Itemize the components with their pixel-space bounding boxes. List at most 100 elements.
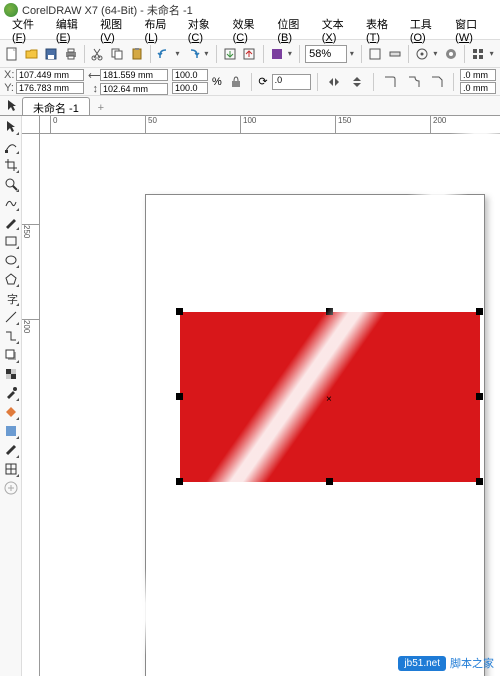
separator: [299, 45, 300, 63]
vertical-ruler[interactable]: 250 200: [22, 134, 40, 676]
publish-dropdown[interactable]: ▾: [288, 49, 294, 58]
corner-scallop-button[interactable]: [404, 72, 424, 92]
import-button[interactable]: [222, 44, 238, 64]
artistic-media-tool[interactable]: [2, 213, 20, 231]
menu-file[interactable]: 文件(F): [6, 14, 48, 46]
toolbox: 字: [0, 116, 22, 676]
paste-button[interactable]: [129, 44, 145, 64]
show-rulers-button[interactable]: [387, 44, 403, 64]
pick-tool[interactable]: [2, 118, 20, 136]
redo-dropdown[interactable]: ▾: [204, 49, 210, 58]
ellipse-tool[interactable]: [2, 251, 20, 269]
separator: [216, 45, 217, 63]
interactive-fill-tool[interactable]: [2, 403, 20, 421]
mesh-fill-tool[interactable]: [2, 460, 20, 478]
cut-button[interactable]: [90, 44, 106, 64]
text-tool[interactable]: 字: [2, 289, 20, 307]
rotation-input[interactable]: .0: [272, 74, 311, 90]
h-label: ↕: [88, 83, 98, 95]
quick-customize-add[interactable]: [2, 479, 20, 497]
zoom-dropdown[interactable]: ▾: [350, 49, 356, 58]
fullscreen-button[interactable]: [367, 44, 383, 64]
scale-y-input[interactable]: 100.0: [172, 82, 208, 94]
launcher-dropdown[interactable]: ▾: [490, 49, 496, 58]
x-input[interactable]: 107.449 mm: [16, 69, 84, 81]
open-button[interactable]: [23, 44, 39, 64]
eyedropper-tool[interactable]: [2, 384, 20, 402]
menu-bitmap[interactable]: 位图(B): [271, 14, 313, 46]
parallel-dimension-tool[interactable]: [2, 308, 20, 326]
workspace: 字 0 50 100 150 200 250 200: [0, 116, 500, 676]
corner-r2-input[interactable]: .0 mm: [460, 82, 496, 94]
menu-object[interactable]: 对象(C): [182, 14, 225, 46]
canvas-area[interactable]: 0 50 100 150 200 250 200 ×: [22, 116, 500, 676]
mirror-v-button[interactable]: [348, 72, 368, 92]
lock-ratio-button[interactable]: [226, 72, 246, 92]
ruler-tick: 200: [430, 116, 446, 134]
corner-round-button[interactable]: [380, 72, 400, 92]
crop-tool[interactable]: [2, 156, 20, 174]
rectangle-tool[interactable]: [2, 232, 20, 250]
separator: [317, 73, 318, 91]
ruler-tick: 0: [50, 116, 57, 134]
menu-text[interactable]: 文本(X): [316, 14, 358, 46]
selection-handle-bl[interactable]: [176, 478, 183, 485]
selection-handle-br[interactable]: [476, 478, 483, 485]
freehand-tool[interactable]: [2, 194, 20, 212]
selection-center[interactable]: ×: [326, 394, 332, 405]
menu-effects[interactable]: 效果(C): [227, 14, 270, 46]
undo-dropdown[interactable]: ▾: [175, 49, 181, 58]
launcher-button[interactable]: [470, 44, 486, 64]
shape-tool[interactable]: [2, 137, 20, 155]
redo-button[interactable]: [185, 44, 201, 64]
selection-handle-mr[interactable]: [476, 393, 483, 400]
scale-x-input[interactable]: 100.0: [172, 69, 208, 81]
add-tab-button[interactable]: +: [94, 101, 108, 115]
zoom-input[interactable]: 58%: [305, 45, 347, 63]
menu-tools[interactable]: 工具(O): [404, 14, 447, 46]
selection-handle-tr[interactable]: [476, 308, 483, 315]
selection-handle-tm[interactable]: [326, 308, 333, 315]
drop-shadow-tool[interactable]: [2, 346, 20, 364]
mirror-h-button[interactable]: [324, 72, 344, 92]
y-input[interactable]: 176.783 mm: [16, 82, 84, 94]
horizontal-ruler[interactable]: 0 50 100 150 200: [40, 116, 500, 134]
selection-handle-tl[interactable]: [176, 308, 183, 315]
separator: [361, 45, 362, 63]
undo-button[interactable]: [156, 44, 172, 64]
print-button[interactable]: [62, 44, 78, 64]
separator: [464, 45, 465, 63]
corner-r1-input[interactable]: .0 mm: [460, 69, 496, 81]
new-button[interactable]: [4, 44, 20, 64]
menu-layout[interactable]: 布局(L): [138, 14, 179, 46]
publish-pdf-button[interactable]: [268, 44, 284, 64]
ruler-origin[interactable]: [22, 116, 40, 134]
polygon-tool[interactable]: [2, 270, 20, 288]
copy-button[interactable]: [109, 44, 125, 64]
menu-view[interactable]: 视图(V): [94, 14, 136, 46]
export-button[interactable]: [241, 44, 257, 64]
snap-button[interactable]: [414, 44, 430, 64]
pick-tool-icon[interactable]: [4, 97, 20, 115]
x-label: X:: [4, 69, 14, 81]
zoom-tool[interactable]: [2, 175, 20, 193]
selection-handle-bm[interactable]: [326, 478, 333, 485]
percent-label: %: [212, 76, 222, 88]
connector-tool[interactable]: [2, 327, 20, 345]
height-input[interactable]: 102.64 mm: [100, 83, 168, 95]
outline-pen-tool[interactable]: [2, 441, 20, 459]
smart-fill-tool[interactable]: [2, 422, 20, 440]
corner-chamfer-button[interactable]: [427, 72, 447, 92]
menu-edit[interactable]: 编辑(E): [50, 14, 92, 46]
width-input[interactable]: 181.559 mm: [100, 69, 168, 81]
menu-window[interactable]: 窗口(W): [449, 14, 494, 46]
selection-handle-ml[interactable]: [176, 393, 183, 400]
menu-table[interactable]: 表格(T): [360, 14, 402, 46]
snap-dropdown[interactable]: ▾: [433, 49, 439, 58]
watermark-badge: jb51.net: [398, 656, 446, 671]
viewport[interactable]: ×: [40, 134, 500, 676]
save-button[interactable]: [43, 44, 59, 64]
options-button[interactable]: [443, 44, 459, 64]
transparency-tool[interactable]: [2, 365, 20, 383]
document-tab[interactable]: 未命名 -1: [22, 97, 90, 115]
